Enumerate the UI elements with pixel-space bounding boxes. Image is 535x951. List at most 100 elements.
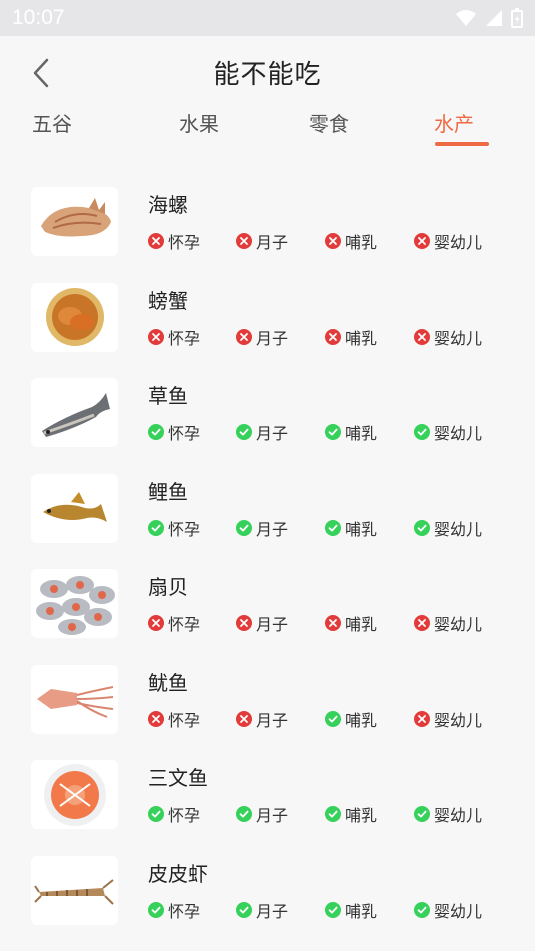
food-list-item[interactable]: 鱿鱼怀孕 月子 哺乳 婴幼儿 [0,664,535,761]
flag-label: 月子 [256,233,289,252]
suitability-flag: 婴幼儿 [414,420,482,444]
check-icon [325,710,341,727]
scallop-image[interactable] [31,569,118,638]
tab-grains[interactable]: 五谷 [32,108,72,137]
check-icon [325,901,341,918]
check-icon [414,806,430,822]
flag-label: 怀孕 [168,710,201,730]
food-list-item[interactable]: 皮皮虾怀孕 月子 哺乳 婴幼儿 [0,855,535,951]
suitability-flag: 婴幼儿 [414,229,482,253]
suitability-flags: 怀孕 月子 哺乳 婴幼儿 [148,611,508,635]
food-list-item[interactable]: 鲤鱼 怀孕 月子 哺乳 婴幼儿 [0,473,535,570]
check-icon [325,806,341,822]
cross-icon [325,615,341,631]
suitability-flag: 怀孕 [148,516,200,540]
cross-icon [414,615,430,631]
food-name: 螃蟹 [148,288,188,313]
suitability-flags: 怀孕 月子 哺乳 婴幼儿 [148,802,508,826]
suitability-flag: 婴幼儿 [414,516,482,540]
suitability-flag: 哺乳 [325,802,377,826]
cross-icon [148,615,164,631]
food-name: 扇贝 [148,575,188,599]
cross-icon [414,710,430,727]
suitability-flag: 月子 [236,325,288,349]
suitability-flag: 哺乳 [325,229,377,253]
food-list-item[interactable]: 海螺怀孕 月子 哺乳 婴幼儿 [0,187,535,283]
cross-icon [236,615,252,631]
food-name: 鱿鱼 [148,670,188,695]
flag-label: 哺乳 [345,519,378,539]
tab-seafood[interactable]: 水产 [434,108,474,137]
suitability-flags: 怀孕 月子 哺乳 婴幼儿 [148,325,508,349]
suitability-flag: 怀孕 [148,229,200,253]
battery-icon [511,8,523,28]
food-name: 皮皮虾 [148,861,208,886]
back-button[interactable] [26,58,56,88]
suitability-flag: 月子 [236,229,288,253]
cross-icon [148,328,164,345]
squid-image[interactable] [31,664,118,734]
suitability-flags: 怀孕 月子 哺乳 婴幼儿 [148,516,508,540]
header: 能不能吃 [0,36,535,108]
tab-fruits[interactable]: 水果 [179,108,219,137]
food-name: 三文鱼 [148,766,208,790]
suitability-flags: 怀孕 月子 哺乳 婴幼儿 [148,229,508,253]
page-title: 能不能吃 [213,59,322,90]
suitability-flag: 哺乳 [325,707,377,731]
check-icon [414,519,430,536]
mantis-shrimp-image[interactable] [31,855,118,925]
food-name: 海螺 [148,193,188,217]
suitability-flag: 月子 [236,707,288,731]
food-list-item[interactable]: 扇贝怀孕 月子 哺乳 婴幼儿 [0,569,535,665]
salmon-image[interactable] [31,760,118,829]
flag-label: 怀孕 [168,328,201,348]
carp-image[interactable] [31,473,118,543]
suitability-flag: 婴幼儿 [414,898,482,922]
suitability-flag: 哺乳 [325,420,377,444]
flag-label: 哺乳 [345,901,378,921]
suitability-flag: 哺乳 [325,516,377,540]
status-bar: 10:07 [0,0,535,36]
flag-label: 哺乳 [345,328,378,348]
cross-icon [414,328,430,345]
suitability-flag: 月子 [236,420,288,444]
flag-label: 怀孕 [168,806,201,825]
flag-label: 哺乳 [345,710,378,730]
suitability-flag: 月子 [236,898,288,922]
flag-label: 月子 [256,710,289,730]
suitability-flag: 婴幼儿 [414,325,482,349]
flag-label: 月子 [256,424,289,443]
suitability-flag: 哺乳 [325,898,377,922]
check-icon [414,901,430,918]
flag-label: 怀孕 [168,901,201,921]
food-list-item[interactable]: 草鱼 怀孕 月子 哺乳 婴幼儿 [0,378,535,474]
suitability-flag: 婴幼儿 [414,611,482,635]
flag-label: 月子 [256,328,289,348]
food-list-item[interactable]: 螃蟹怀孕 月子 哺乳 婴幼儿 [0,282,535,379]
suitability-flag: 怀孕 [148,325,200,349]
flag-label: 月子 [256,519,289,539]
flag-label: 怀孕 [168,233,201,252]
active-tab-indicator [435,142,489,146]
food-list-item[interactable]: 三文鱼 怀孕 月子 哺乳 婴幼儿 [0,760,535,856]
flag-label: 怀孕 [168,519,201,539]
flag-label: 婴幼儿 [434,710,483,730]
flag-label: 婴幼儿 [434,901,483,921]
suitability-flag: 月子 [236,611,288,635]
crab-image[interactable] [31,282,118,352]
cross-icon [236,328,252,345]
suitability-flag: 怀孕 [148,611,200,635]
suitability-flags: 怀孕 月子 哺乳 婴幼儿 [148,707,508,731]
category-tabs: 五谷 水果 零食 水产 [0,108,535,156]
suitability-flag: 哺乳 [325,611,377,635]
check-icon [148,424,164,440]
flag-label: 哺乳 [345,615,378,634]
tab-snacks[interactable]: 零食 [309,108,349,137]
conch-image[interactable] [31,187,118,256]
grass-carp-image[interactable] [31,378,118,447]
flag-label: 婴幼儿 [434,806,483,825]
check-icon [325,519,341,536]
check-icon [325,424,341,440]
food-name: 草鱼 [148,384,188,408]
cross-icon [414,233,430,249]
